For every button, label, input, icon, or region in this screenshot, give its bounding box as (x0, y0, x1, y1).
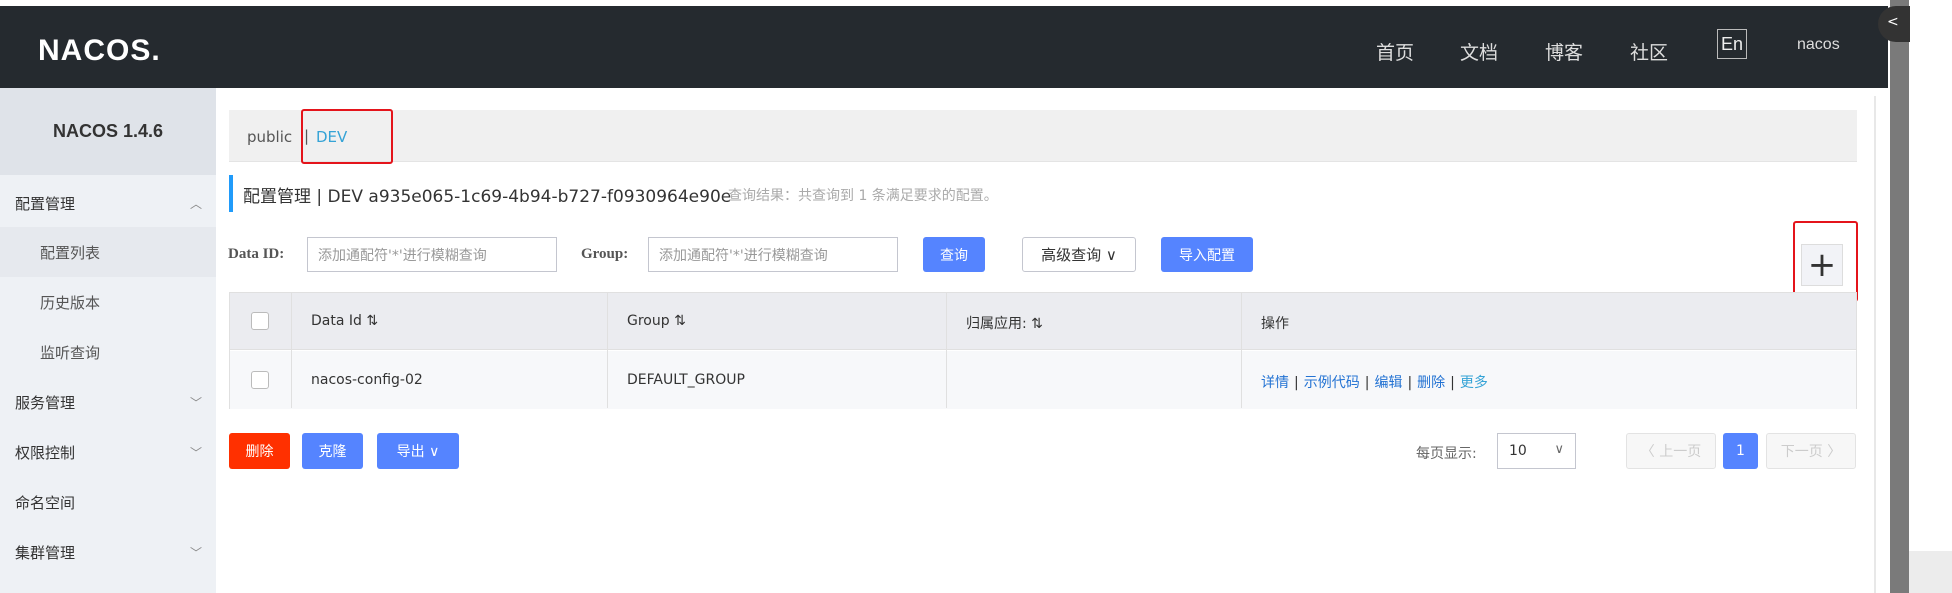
sidebar-item-service-management[interactable]: 服务管理 ﹀ (0, 377, 216, 427)
query-result-text: 查询结果：共查询到 1 条满足要求的配置。 (728, 188, 998, 204)
sidebar-item-config-list[interactable]: 配置列表 (0, 227, 216, 277)
cell-actions: 详情 | 示例代码 | 编辑 | 删除 | 更多 (1261, 375, 1488, 391)
sidebar-item-cluster-management[interactable]: 集群管理 ﹀ (0, 527, 216, 577)
language-toggle-button[interactable]: En (1717, 29, 1747, 59)
row-checkbox[interactable] (251, 371, 269, 389)
prev-page-button[interactable]: 〈 上一页 (1626, 433, 1716, 469)
namespace-bar (229, 110, 1857, 162)
sidebar-item-label: 配置管理 (15, 194, 76, 213)
sidebar-item-access-control[interactable]: 权限控制 ﹀ (0, 427, 216, 477)
highlight-box-add (1793, 221, 1858, 302)
chevron-down-icon: ﹀ (189, 395, 202, 410)
sidebar-item-label: 权限控制 (15, 443, 76, 462)
window-side-rail (1890, 0, 1909, 593)
nacos-logo[interactable]: NACOS. (38, 34, 161, 68)
sidebar: NACOS 1.4.6 配置管理 ︿ 配置列表 历史版本 监听查询 服务管理 ﹀… (0, 88, 216, 593)
sample-code-link[interactable]: 示例代码 (1304, 375, 1360, 391)
user-menu[interactable]: nacos (1797, 36, 1840, 54)
top-header: NACOS. 首页 文档 博客 社区 En nacos (0, 6, 1888, 88)
header-actions: 操作 (1261, 316, 1289, 332)
config-table: Data Id ⇅ Group ⇅ 归属应用: ⇅ 操作 nacos-confi… (229, 292, 1857, 409)
more-link[interactable]: 更多 (1460, 375, 1488, 391)
sidebar-item-label: 服务管理 (15, 393, 76, 412)
select-all-checkbox[interactable] (251, 312, 269, 330)
version-title: NACOS 1.4.6 (0, 88, 216, 175)
sidebar-item-namespace[interactable]: 命名空间 (0, 477, 216, 527)
title-accent-bar (229, 175, 233, 212)
header-group[interactable]: Group ⇅ (627, 313, 686, 329)
next-page-button[interactable]: 下一页 〉 (1766, 433, 1856, 469)
query-button[interactable]: 查询 (923, 237, 985, 272)
vertical-scrollbar[interactable] (1868, 88, 1882, 593)
batch-delete-button[interactable]: 删除 (229, 433, 290, 469)
chevron-left-icon: < (1887, 14, 1899, 30)
nav-community[interactable]: 社区 (1630, 38, 1668, 65)
cell-data-id: nacos-config-02 (311, 372, 423, 388)
nav-docs[interactable]: 文档 (1460, 38, 1498, 65)
table-row[interactable] (230, 351, 1856, 409)
chevron-down-icon: ∨ (1554, 442, 1564, 457)
sidebar-item-label: 历史版本 (40, 293, 101, 312)
nav-home[interactable]: 首页 (1376, 38, 1414, 65)
chevron-down-icon: ﹀ (189, 445, 202, 460)
corner-strip (1909, 551, 1952, 593)
page-size-select[interactable]: 10 ∨ (1497, 433, 1576, 469)
page-size-label: 每页显示: (1416, 446, 1477, 462)
sidebar-item-label: 配置列表 (40, 243, 101, 262)
group-input[interactable]: 添加通配符'*'进行模糊查询 (648, 237, 898, 272)
sidebar-item-label: 命名空间 (15, 493, 76, 512)
chevron-up-icon: ︿ (189, 196, 202, 211)
header-app[interactable]: 归属应用: ⇅ (966, 313, 1043, 333)
current-page-button[interactable]: 1 (1723, 433, 1758, 469)
clone-button[interactable]: 克隆 (302, 433, 363, 469)
table-header (230, 293, 1856, 350)
group-label: Group: (581, 246, 629, 262)
header-data-id[interactable]: Data Id ⇅ (311, 313, 378, 329)
data-id-label: Data ID: (228, 246, 285, 262)
detail-link[interactable]: 详情 (1261, 375, 1289, 391)
sidebar-item-config-management[interactable]: 配置管理 ︿ (0, 178, 216, 228)
import-config-button[interactable]: 导入配置 (1161, 237, 1253, 272)
chevron-down-icon: ﹀ (189, 545, 202, 560)
sidebar-item-label: 集群管理 (15, 543, 76, 562)
data-id-input[interactable]: 添加通配符'*'进行模糊查询 (307, 237, 557, 272)
delete-link[interactable]: 删除 (1417, 375, 1445, 391)
nav-blog[interactable]: 博客 (1545, 38, 1583, 65)
collapse-panel-button[interactable]: < (1878, 6, 1910, 42)
cell-group: DEFAULT_GROUP (627, 372, 745, 388)
edit-link[interactable]: 编辑 (1374, 375, 1402, 391)
page-size-value: 10 (1509, 443, 1527, 459)
sidebar-item-label: 监听查询 (40, 343, 101, 362)
highlight-box-namespace (301, 109, 393, 164)
page-title: 配置管理 | DEV a935e065-1c69-4b94-b727-f0930… (243, 187, 732, 207)
export-button[interactable]: 导出 ∨ (377, 433, 459, 469)
advanced-query-button[interactable]: 高级查询 ∨ (1022, 237, 1136, 272)
sidebar-item-history[interactable]: 历史版本 (0, 277, 216, 327)
namespace-public[interactable]: public (247, 128, 292, 146)
sidebar-item-listener-query[interactable]: 监听查询 (0, 327, 216, 377)
